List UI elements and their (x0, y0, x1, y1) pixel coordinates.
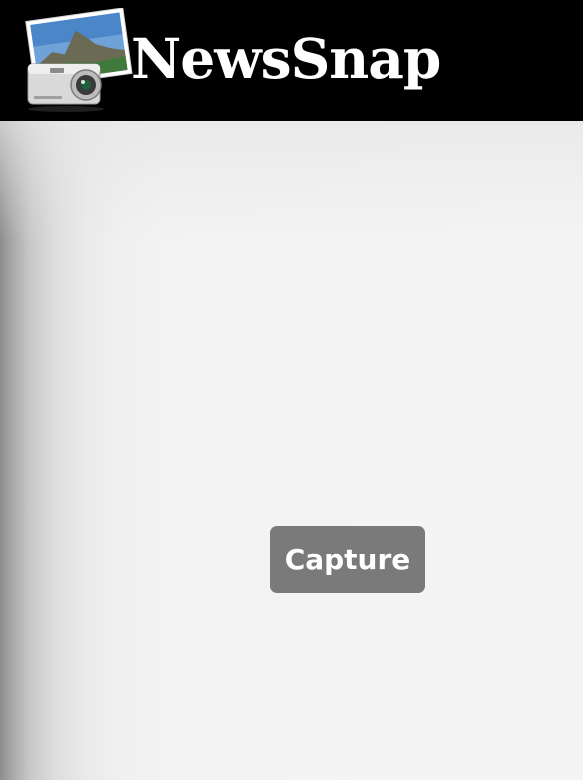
camera-photo-icon (22, 8, 134, 116)
capture-button[interactable]: Capture (270, 526, 425, 593)
camera-viewfinder (0, 121, 583, 780)
app-header: NewsSnap (0, 0, 583, 121)
app-title: NewsSnap (131, 26, 441, 91)
